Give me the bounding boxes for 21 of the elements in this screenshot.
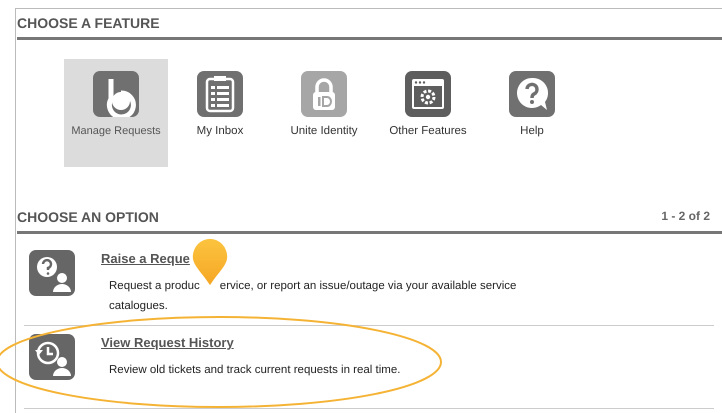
history-person-icon [29, 334, 75, 380]
feature-tile[interactable]: Help [480, 59, 584, 167]
option-description: Request a produc [109, 280, 200, 292]
option-description: ervice, or report an issue/outage via your available service [220, 280, 516, 292]
option-link[interactable]: Raise a Reque [101, 251, 190, 266]
clipboard-icon [197, 71, 243, 117]
feature-tile[interactable]: Unite Identity [272, 59, 376, 167]
option-description: Review old tickets and track current requests in real time. [109, 364, 400, 376]
lock-icon [301, 71, 347, 117]
help-icon [509, 71, 555, 117]
option-link[interactable]: View Request History [101, 335, 234, 350]
section-title: CHOOSE A FEATURE [17, 15, 160, 33]
window-icon [405, 71, 451, 117]
feature-tile[interactable]: Other Features [376, 59, 480, 167]
result-count: 1 - 2 of 2 [661, 209, 711, 225]
feature-tile[interactable]: Manage Requests [64, 59, 168, 167]
option-description: catalogues. [109, 300, 168, 312]
question-person-icon [29, 250, 75, 296]
feature-tile[interactable]: My Inbox [168, 59, 272, 167]
section-title: CHOOSE AN OPTION [17, 209, 159, 227]
hand-icon [93, 71, 139, 117]
